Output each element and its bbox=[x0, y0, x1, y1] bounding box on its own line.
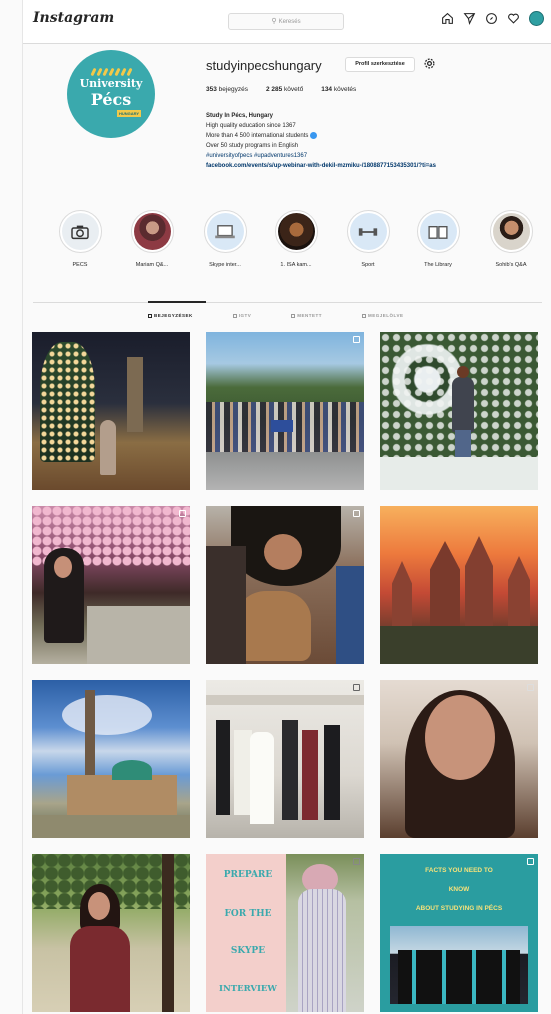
globe-emoji-icon bbox=[310, 131, 318, 139]
post-thumbnail[interactable]: FACTS YOU NEED TO KNOW ABOUT STUDYING IN… bbox=[380, 854, 538, 1012]
bio-line: High quality education since 1367 bbox=[206, 123, 296, 129]
tag-icon bbox=[362, 313, 367, 318]
profile-tabs: BEJEGYZÉSEK IGTV MENTETT MEGJELÖLVE bbox=[148, 313, 403, 318]
wheat-logo-icon bbox=[81, 67, 141, 77]
nav-icons bbox=[441, 11, 544, 26]
carousel-icon bbox=[353, 858, 360, 865]
highlight-isa[interactable]: 1. ISA kam... bbox=[267, 210, 325, 268]
highlight-sport[interactable]: Sport bbox=[339, 210, 397, 268]
explore-compass-icon[interactable] bbox=[485, 12, 498, 25]
tab-tagged[interactable]: MEGJELÖLVE bbox=[362, 313, 403, 318]
profile-avatar-small[interactable] bbox=[529, 11, 544, 26]
post-thumbnail[interactable] bbox=[32, 506, 190, 664]
post-thumbnail[interactable] bbox=[206, 332, 364, 490]
post-thumbnail[interactable] bbox=[206, 680, 364, 838]
post-text-line: FACTS YOU NEED TO bbox=[425, 867, 493, 874]
highlight-skype[interactable]: Skype inter... bbox=[196, 210, 254, 268]
active-tab-indicator bbox=[148, 301, 206, 303]
profile-username: studyinpecshungary bbox=[206, 58, 322, 73]
post-text-line: PREPARE bbox=[223, 870, 273, 880]
camera-icon bbox=[61, 213, 99, 250]
carousel-icon bbox=[527, 684, 534, 691]
carousel-icon bbox=[179, 510, 186, 517]
direct-messages-icon[interactable] bbox=[463, 12, 476, 25]
avatar-text-line1: University bbox=[79, 77, 143, 90]
post-thumbnail[interactable] bbox=[32, 854, 190, 1012]
tab-saved[interactable]: MENTETT bbox=[291, 313, 322, 318]
tab-igtv[interactable]: IGTV bbox=[232, 313, 252, 318]
highlight-photo bbox=[133, 213, 171, 250]
post-thumbnail[interactable] bbox=[206, 506, 364, 664]
activity-heart-icon[interactable] bbox=[507, 12, 520, 25]
bookmark-icon bbox=[291, 313, 296, 318]
search-placeholder: Keresés bbox=[278, 19, 301, 25]
post-text-line: KNOW bbox=[448, 886, 470, 893]
post-thumbnail[interactable]: PREPARE FOR THE SKYPE INTERVIEW bbox=[206, 854, 364, 1012]
bio-hashtags[interactable]: #universityofpecs #upadventures1367 bbox=[206, 151, 546, 161]
highlight-mariam[interactable]: Mariam Q&... bbox=[123, 210, 181, 268]
instagram-logo[interactable]: Instagram bbox=[33, 10, 114, 26]
post-text-line: SKYPE bbox=[230, 946, 266, 956]
tab-posts[interactable]: BEJEGYZÉSEK bbox=[148, 313, 193, 318]
post-text-line: INTERVIEW bbox=[219, 984, 277, 994]
bio-line: Over 50 study programs in English bbox=[206, 143, 299, 149]
search-input[interactable]: ⚲ Keresés bbox=[228, 13, 344, 30]
post-text-line: FOR THE bbox=[224, 909, 272, 919]
bio-name: Study In Pécs, Hungary bbox=[206, 113, 274, 119]
carousel-icon bbox=[527, 858, 534, 865]
instagram-window: Instagram ⚲ Keresés University Pécs HUNGA… bbox=[22, 0, 551, 1014]
post-thumbnail[interactable] bbox=[380, 680, 538, 838]
post-text-line: ABOUT STUDYING IN PÉCS bbox=[415, 905, 503, 912]
story-highlights: PÉCS Mariam Q&... Skype inter... 1. ISA … bbox=[51, 210, 551, 280]
avatar-badge: HUNGARY bbox=[117, 110, 142, 117]
highlight-photo bbox=[277, 213, 315, 250]
following-count[interactable]: 134 követés bbox=[321, 86, 356, 93]
profile-stats: 353 bejegyzés 2 285 követő 134 követés bbox=[206, 86, 356, 93]
settings-gear-icon[interactable] bbox=[422, 56, 437, 71]
highlight-library[interactable]: The Library bbox=[409, 210, 467, 268]
post-thumbnail[interactable] bbox=[32, 680, 190, 838]
avatar-text-line2: Pécs bbox=[90, 90, 132, 109]
book-icon bbox=[419, 213, 457, 250]
edit-profile-button[interactable]: Profil szerkesztése bbox=[345, 57, 415, 72]
carousel-icon bbox=[353, 336, 360, 343]
post-thumbnail[interactable] bbox=[380, 506, 538, 664]
bio-line: More than 4 500 international students bbox=[206, 131, 546, 141]
highlight-photo bbox=[492, 213, 530, 250]
laptop-icon bbox=[206, 213, 244, 250]
posts-count: 353 bejegyzés bbox=[206, 86, 248, 93]
tabs-divider bbox=[33, 302, 542, 303]
bio-link[interactable]: facebook.com/events/s/up-webinar-with-de… bbox=[206, 161, 546, 171]
profile-bio: Study In Pécs, Hungary High quality educ… bbox=[206, 111, 546, 171]
tv-icon bbox=[232, 313, 237, 318]
grid-icon bbox=[148, 313, 152, 318]
post-thumbnail[interactable] bbox=[32, 332, 190, 490]
search-icon: ⚲ bbox=[271, 18, 277, 25]
dumbbell-icon bbox=[349, 213, 387, 250]
top-navigation-bar: Instagram ⚲ Keresés bbox=[23, 0, 551, 44]
carousel-icon bbox=[353, 684, 360, 691]
highlight-pecs[interactable]: PÉCS bbox=[51, 210, 109, 268]
carousel-icon bbox=[353, 510, 360, 517]
home-icon[interactable] bbox=[441, 12, 454, 25]
profile-avatar[interactable]: University Pécs HUNGARY bbox=[67, 50, 155, 138]
highlight-sohib[interactable]: Sohib's Q&A bbox=[482, 210, 540, 268]
followers-count[interactable]: 2 285 követő bbox=[266, 86, 303, 93]
post-thumbnail[interactable] bbox=[380, 332, 538, 490]
